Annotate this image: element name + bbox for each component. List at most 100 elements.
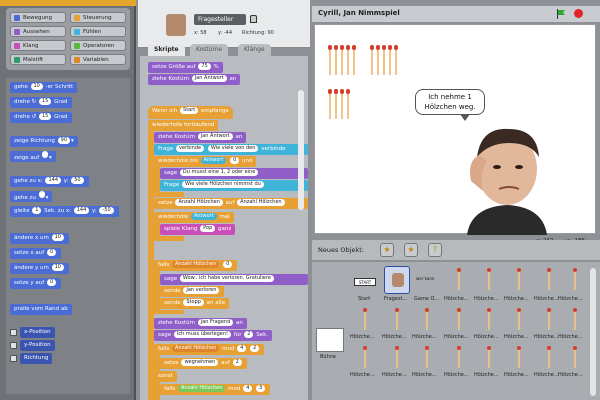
tab-kostueme[interactable]: Kostüme [190, 44, 229, 56]
green-flag-icon[interactable] [556, 9, 566, 19]
sprite-thumb-hoelzchen[interactable] [562, 266, 588, 294]
color-swatch [14, 29, 20, 35]
stage[interactable]: Ich nehme 1 Hölzchen weg. [314, 24, 596, 235]
block-turn-right[interactable]: drehe ↻ 15 Grad [10, 97, 72, 108]
sprite-thumb-hoelzchen[interactable] [506, 266, 532, 294]
lock-icon[interactable] [250, 15, 257, 23]
block-forever[interactable]: wiederhole fortlaufend [148, 120, 219, 131]
category-bewegung[interactable]: Bewegung [10, 12, 66, 23]
sprite-label: Hölzche... [534, 372, 559, 378]
sprite-thumb-hoelzchen[interactable] [476, 306, 502, 334]
stop-icon[interactable] [574, 9, 583, 18]
sprite-thumb-hoelzchen[interactable] [352, 344, 378, 372]
block-ask-2[interactable]: Frage Wie viele Hölzchen nimmst du [160, 180, 308, 191]
block-set-y[interactable]: setze y auf 0 [10, 278, 62, 289]
sprite-thumb-fragesteller[interactable] [384, 266, 410, 294]
block-change-x[interactable]: ändere x um 10 [10, 233, 69, 244]
paint-sprite-icon[interactable]: ★ [380, 243, 394, 257]
category-operatoren[interactable]: Operatoren [70, 40, 126, 51]
block-point-direction[interactable]: zeige Richtung 90 ▾ [10, 136, 78, 147]
block-broadcast-stop[interactable]: sende Stopp an alle [160, 298, 230, 309]
sprite-thumbnail [166, 14, 186, 36]
block-if-else[interactable]: falls Anzahl Hölzchen mod 4 2 [154, 344, 265, 355]
sprite-thumb-hoelzchen[interactable] [536, 344, 562, 372]
sprite-thumb-hoelzchen[interactable] [476, 344, 502, 372]
block-repeat[interactable]: wiederhole Antwort mal [154, 212, 234, 223]
color-swatch [74, 57, 80, 63]
color-swatch [74, 29, 80, 35]
scripts-scrollbar[interactable] [298, 90, 304, 210]
sprite-thumb-hoelzchen[interactable] [562, 344, 588, 372]
tab-skripte[interactable]: Skripte [148, 44, 185, 56]
block-move[interactable]: gehe 10 -er Schritt [10, 82, 78, 93]
block-set-x[interactable]: setze x auf 0 [10, 248, 62, 259]
sprite-thumb-hoelzchen[interactable] [446, 266, 472, 294]
sprite-thumb-hoelzchen[interactable] [446, 306, 472, 334]
block-ask[interactable]: Frage verbinde Wie viele von den verbind… [154, 144, 308, 155]
scratch-window: Bewegung Steuerung Aussehen Fühlen Klang… [0, 0, 600, 400]
block-bounce[interactable]: pralle vom Rand ab [10, 304, 72, 315]
category-steuerung[interactable]: Steuerung [70, 12, 126, 23]
sprite-thumb-start[interactable]: START [352, 268, 378, 296]
sprite-name-field[interactable]: Fragesteller [194, 14, 246, 25]
sprite-thumb-hoelzchen[interactable] [414, 306, 440, 334]
sprite-thumb-hoelzchen[interactable] [384, 344, 410, 372]
block-set-size[interactable]: setze Größe auf 75 % [148, 62, 223, 73]
block-switch-costume-3[interactable]: ziehe Kostüm Jan Fragend an [154, 318, 247, 329]
block-point-towards[interactable]: zeige auf ▾ [10, 151, 56, 162]
choose-sprite-icon[interactable]: ★ [404, 243, 418, 257]
category-fuehlen[interactable]: Fühlen [70, 26, 126, 37]
block-set-variable[interactable]: setze Anzahl Hölzchen auf Anzahl Hölzche… [154, 198, 308, 209]
category-malstift[interactable]: Malstift [10, 54, 66, 65]
block-switch-costume-2[interactable]: ziehe Kostüm Jan Antwort an [154, 132, 247, 143]
sprite-thumb-hoelzchen[interactable] [352, 306, 378, 334]
scripts-area[interactable]: setze Größe auf 75 % ziehe Kostüm Jan An… [140, 56, 308, 400]
sprite-thumb-hoelzchen[interactable] [562, 306, 588, 334]
block-goto[interactable]: gehe zu ▾ [10, 191, 53, 202]
new-sprite-label: Neues Objekt: [318, 246, 364, 254]
match-stick [376, 45, 380, 75]
boy-sprite[interactable] [461, 121, 547, 235]
sprite-thumb-hoelzchen[interactable] [536, 306, 562, 334]
sprite-list-scrollbar[interactable] [590, 268, 596, 396]
tab-klaenge[interactable]: Klänge [238, 44, 271, 56]
block-repeat-until[interactable]: wiederhole bis Antwort 0 und [154, 156, 257, 167]
match-stick [340, 89, 344, 119]
block-if-1[interactable]: falls Anzahl Hölzchen 0 [154, 260, 238, 271]
sprite-thumb-hoelzchen[interactable] [446, 344, 472, 372]
block-say[interactable]: sage Du musst eine 1, 2 oder eine [160, 168, 308, 179]
sprite-thumb-hoelzchen[interactable] [414, 344, 440, 372]
checkbox-x-position[interactable] [10, 329, 17, 336]
sprite-thumb-hoelzchen[interactable] [506, 344, 532, 372]
block-if-3[interactable]: falls Anzahl Hölzchen mod 4 3 [160, 384, 271, 395]
block-say-for[interactable]: sage Ich muss überlegen! für 2 Sek. [154, 330, 272, 341]
sprite-thumb-hoelzchen[interactable] [384, 306, 410, 334]
reporter-direction[interactable]: Richtung [20, 353, 53, 364]
sprite-label: Fragest... [384, 296, 408, 302]
stage-thumbnail[interactable] [316, 328, 344, 352]
block-broadcast[interactable]: sende Jan verloren [160, 286, 225, 297]
color-swatch [74, 43, 80, 49]
editor-tabs: Skripte Kostüme Klänge [138, 44, 310, 56]
hat-when-receive[interactable]: Wenn ich Start empfange [148, 106, 233, 119]
reporter-x-position[interactable]: x-Position [20, 327, 55, 338]
checkbox-y-position[interactable] [10, 342, 17, 349]
sprite-thumb-hoelzchen[interactable] [476, 266, 502, 294]
category-variablen[interactable]: Variablen [70, 54, 126, 65]
block-play-sound[interactable]: spiele Klang Pop ganz [160, 224, 236, 235]
category-aussehen[interactable]: Aussehen [10, 26, 66, 37]
block-change-y[interactable]: ändere y um 10 [10, 263, 69, 274]
reporter-y-position[interactable]: y-Position [20, 340, 55, 351]
block-turn-left[interactable]: drehe ↺ 15 Grad [10, 112, 72, 123]
block-set-take[interactable]: setze wegnehmen auf 2 [160, 358, 247, 369]
sprite-thumb-hoelzchen[interactable] [506, 306, 532, 334]
block-say-2[interactable]: sage Wow.. ich habe verloren. Gratuliere [160, 274, 308, 285]
checkbox-direction[interactable] [10, 355, 17, 362]
sprite-thumb-hoelzchen[interactable] [536, 266, 562, 294]
block-goto-xy[interactable]: gehe zu x: 144 y: 50 [10, 176, 89, 187]
block-switch-costume[interactable]: ziehe Kostüm Jan Antwort an [148, 74, 241, 85]
random-sprite-icon[interactable]: ? [428, 243, 442, 257]
sprite-thumb-game-over[interactable]: wer kann [414, 268, 440, 296]
category-klang[interactable]: Klang [10, 40, 66, 51]
block-glide[interactable]: gleite 1 Sek. zu x: 144 y: -50 [10, 206, 119, 217]
